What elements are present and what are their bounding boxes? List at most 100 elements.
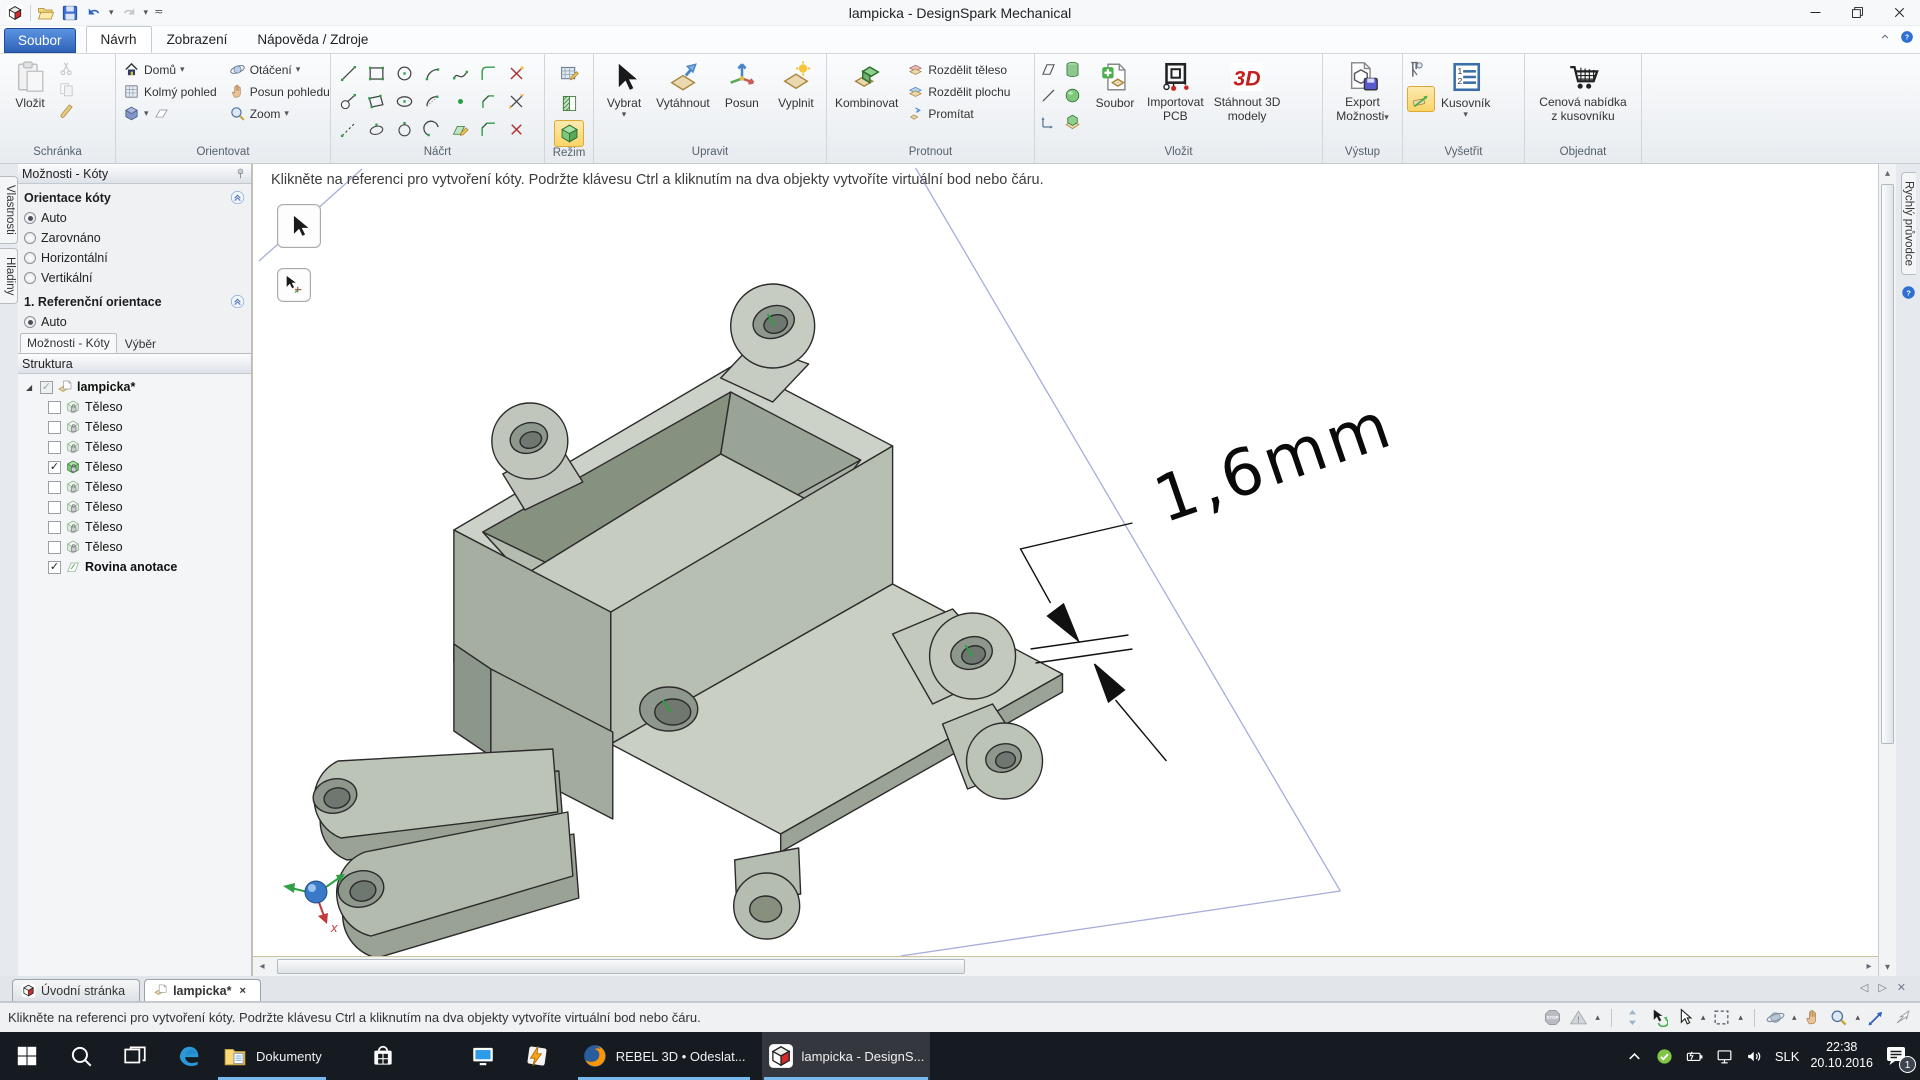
trim-away-tool-button[interactable]: [503, 116, 530, 143]
select-cursor-icon-dropdown[interactable]: ▴: [1701, 1013, 1706, 1022]
insert-file-button[interactable]: Soubor: [1089, 58, 1141, 112]
close-tab-icon[interactable]: ×: [239, 985, 245, 997]
quote-from-bom-button[interactable]: Cenová nabídkaz kusovníku: [1535, 58, 1630, 126]
file-menu-button[interactable]: Soubor: [4, 28, 76, 53]
previous-view-icon[interactable]: [1893, 1008, 1912, 1027]
tree-row[interactable]: Těleso: [18, 417, 251, 437]
designspark-window-button[interactable]: lampicka - DesignS...: [762, 1032, 931, 1080]
combine-button[interactable]: Kombinovat: [831, 58, 902, 112]
ellipse-minor-tool-button[interactable]: [363, 116, 390, 143]
zoom-button[interactable]: Zoom▾: [226, 104, 333, 123]
spin-control[interactable]: [1623, 1008, 1642, 1027]
insert-shell-button[interactable]: [1063, 112, 1082, 131]
tab-vlastnosti[interactable]: Vlastnosti: [0, 176, 18, 244]
tree-row[interactable]: Těleso: [18, 397, 251, 417]
fillet-tool-button[interactable]: [475, 60, 502, 87]
format-painter-button[interactable]: [58, 102, 75, 119]
import-pcb-button[interactable]: ImportovatPCB: [1143, 58, 1208, 126]
redo-dropdown[interactable]: ▾: [144, 8, 149, 17]
scrollbar-thumb[interactable]: [277, 959, 965, 974]
vertical-scrollbar[interactable]: ▴ ▾: [1878, 164, 1896, 976]
view-cube-button[interactable]: ▾: [120, 104, 220, 123]
tangent-circle-tool-button[interactable]: [391, 116, 418, 143]
radio-horizontalni[interactable]: Horizontální: [18, 248, 251, 268]
tree-row[interactable]: Těleso: [18, 537, 251, 557]
fill-button[interactable]: Vyplnit: [770, 58, 822, 112]
tree-row[interactable]: Těleso: [18, 517, 251, 537]
visibility-checkbox[interactable]: [48, 421, 61, 434]
documents-window-button[interactable]: Dokumenty: [216, 1032, 328, 1080]
zoom-icon-dropdown[interactable]: ▴: [1855, 1013, 1860, 1022]
tab-moznosti-koty[interactable]: Možnosti - Kóty: [20, 333, 117, 353]
horizontal-scrollbar[interactable]: ◂ ▸: [253, 956, 1878, 976]
pan-hand-icon[interactable]: [1803, 1008, 1822, 1027]
sketch-plane-tool-button[interactable]: [447, 116, 474, 143]
selection-box-icon-dropdown[interactable]: ▴: [1738, 1013, 1743, 1022]
copy-button[interactable]: [58, 81, 75, 98]
close-button[interactable]: [1878, 1, 1920, 25]
3d-model[interactable]: [310, 284, 1063, 956]
spline-tool-button[interactable]: [447, 60, 474, 87]
tab-navrh[interactable]: Návrh: [86, 26, 152, 53]
sheet-icon[interactable]: [153, 105, 170, 122]
split-body-button[interactable]: Rozdělit těleso: [904, 60, 1013, 79]
radio-dot[interactable]: [24, 252, 36, 264]
paste-button[interactable]: Vložit: [4, 58, 56, 112]
expand-caret-icon[interactable]: ◢: [26, 383, 36, 392]
section-referencni-orientace[interactable]: 1. Referenční orientace: [18, 288, 251, 312]
cut-button[interactable]: [58, 60, 75, 77]
select-tool-floating-button[interactable]: [277, 204, 321, 248]
three-point-rect-tool-button[interactable]: [363, 88, 390, 115]
store-button[interactable]: [356, 1032, 410, 1080]
chamfer-tool-button[interactable]: [475, 116, 502, 143]
tab-close-icon[interactable]: ✕: [1897, 981, 1906, 994]
scroll-up-arrow[interactable]: ▴: [1879, 164, 1896, 182]
tab-scroll-right-icon[interactable]: ▷: [1878, 981, 1886, 994]
customize-toolbar-button[interactable]: ≂: [154, 7, 163, 18]
orbit-icon-dropdown[interactable]: ▴: [1792, 1013, 1797, 1022]
tab-vyber[interactable]: Výběr: [119, 335, 162, 353]
search-button[interactable]: [54, 1032, 108, 1080]
tree-row[interactable]: Těleso: [18, 437, 251, 457]
winamp-button[interactable]: [510, 1032, 564, 1080]
tree-row[interactable]: ◢✓lampicka*: [18, 377, 251, 397]
zoom-icon[interactable]: [1829, 1008, 1848, 1027]
tab-napoveda[interactable]: Nápověda / Zdroje: [242, 26, 383, 53]
point-tool-button[interactable]: [447, 88, 474, 115]
selection-box-icon[interactable]: [1712, 1008, 1731, 1027]
rectangle-tool-button[interactable]: [363, 60, 390, 87]
tab-uvodni-stranka[interactable]: Úvodní stránka: [12, 979, 140, 1001]
select-button[interactable]: Vybrat▾: [598, 58, 650, 121]
measure-button[interactable]: [1407, 60, 1427, 80]
tab-scroll-left-icon[interactable]: ◁: [1860, 981, 1868, 994]
tangent-line-tool-button[interactable]: [335, 88, 362, 115]
task-view-button[interactable]: [108, 1032, 162, 1080]
minimize-button[interactable]: [1794, 1, 1836, 25]
insert-sphere-button[interactable]: [1063, 86, 1082, 105]
split-face-button[interactable]: Rozdělit plochu: [904, 82, 1013, 101]
start-button[interactable]: [0, 1032, 54, 1080]
collapse-section-icon[interactable]: [230, 190, 245, 205]
open-file-button[interactable]: [37, 4, 55, 22]
radio-dot[interactable]: [24, 316, 36, 328]
visibility-checkbox[interactable]: ✓: [48, 461, 61, 474]
visibility-checkbox[interactable]: [48, 521, 61, 534]
tab-lampicka[interactable]: lampicka* ×: [144, 979, 261, 1001]
insert-axis-button[interactable]: [1039, 112, 1058, 131]
tangent-arc-tool-button[interactable]: [419, 88, 446, 115]
insert-line-button[interactable]: [1039, 86, 1058, 105]
download-3d-models-button[interactable]: 3DStáhnout 3Dmodely: [1210, 58, 1285, 126]
visibility-checkbox[interactable]: [48, 481, 61, 494]
undo-button[interactable]: [85, 4, 103, 22]
undo-selection-icon[interactable]: [1649, 1008, 1668, 1027]
insert-plane-button[interactable]: [1039, 60, 1058, 79]
guide-help-icon[interactable]: ?: [1901, 285, 1916, 300]
warnings-icon[interactable]: !: [1569, 1008, 1588, 1027]
tab-zobrazeni[interactable]: Zobrazení: [152, 26, 243, 53]
insert-cylinder-button[interactable]: [1063, 60, 1082, 79]
remote-desktop-button[interactable]: [456, 1032, 510, 1080]
visibility-checkbox[interactable]: ✓: [40, 381, 53, 394]
warnings-icon-dropdown[interactable]: ▴: [1595, 1013, 1600, 1022]
zoom-extents-icon[interactable]: [1867, 1008, 1886, 1027]
ellipse-tool-button[interactable]: [391, 88, 418, 115]
